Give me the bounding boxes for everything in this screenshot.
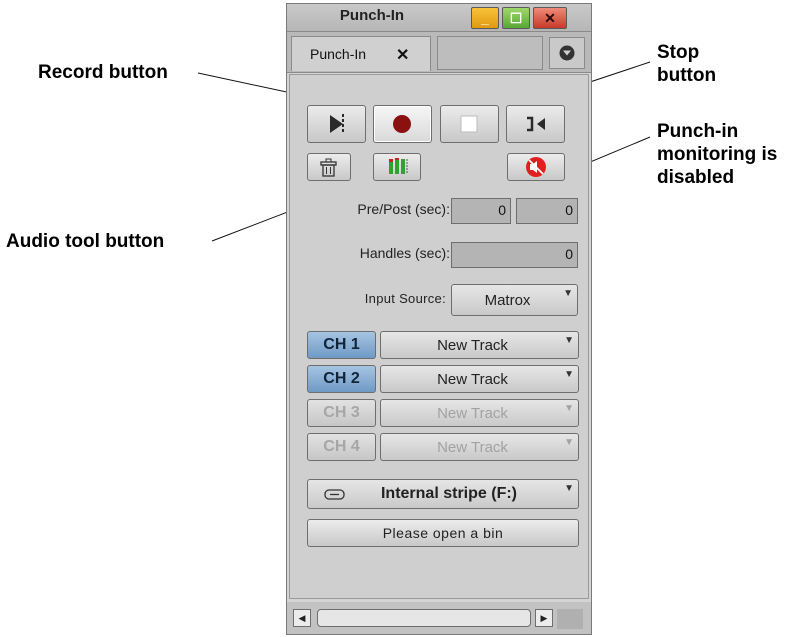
channel-4-toggle[interactable]: CH 4: [307, 433, 376, 461]
pre-roll-field[interactable]: 0: [451, 198, 511, 224]
handles-field[interactable]: 0: [451, 242, 578, 268]
input-source-label: Input Source:: [364, 291, 446, 306]
stop-button[interactable]: [440, 105, 499, 143]
trash-icon: [320, 158, 337, 177]
tab-menu-button[interactable]: [549, 37, 585, 69]
scroll-left-button[interactable]: ◀: [293, 609, 311, 627]
input-source-value: Matrox: [484, 292, 531, 309]
channel-3-track-dropdown[interactable]: New Track ▼: [380, 399, 579, 427]
channel-3-toggle[interactable]: CH 3: [307, 399, 376, 427]
post-roll-field[interactable]: 0: [516, 198, 578, 224]
tab-punch-in[interactable]: Punch-In ✕: [291, 36, 431, 71]
tab-label: Punch-In: [310, 46, 367, 62]
window-titlebar[interactable]: Punch-In _ ☐ ✕: [287, 4, 591, 32]
chevron-down-circle-icon: [559, 45, 575, 61]
punch-in-window: Punch-In _ ☐ ✕ Punch-In ✕ Pre/Post (sec)…: [286, 3, 592, 635]
channel-3-track-value: New Track: [437, 405, 508, 422]
delete-button[interactable]: [307, 153, 351, 181]
monitoring-callout: Punch-in monitoring is disabled: [657, 121, 778, 188]
close-icon: ✕: [544, 10, 556, 26]
play-to-mark-icon: [330, 114, 344, 134]
window-title: Punch-In: [339, 7, 405, 24]
maximize-icon: ☐: [509, 10, 523, 26]
open-bin-button[interactable]: Please open a bin: [307, 519, 579, 547]
scroll-track[interactable]: [317, 609, 531, 627]
stop-button-callout: Stop button: [657, 42, 717, 86]
open-bin-label: Please open a bin: [382, 525, 504, 541]
channel-2-toggle[interactable]: CH 2: [307, 365, 376, 393]
punch-in-panel: Pre/Post (sec): 0 0 Handles (sec): 0 Inp…: [289, 74, 589, 599]
chevron-down-icon: ▼: [564, 369, 574, 380]
channel-4-track-value: New Track: [437, 439, 508, 456]
chevron-down-icon: ▼: [564, 437, 574, 448]
handles-label: Handles (sec):: [359, 245, 450, 261]
jump-to-mark-button[interactable]: [506, 105, 565, 143]
tab-bar: Punch-In ✕: [287, 32, 591, 73]
stop-icon: [460, 115, 478, 133]
channel-2-track-value: New Track: [437, 371, 508, 388]
tab-bar-empty-area: [437, 36, 543, 70]
minimize-icon: _: [481, 10, 489, 26]
tab-close-icon[interactable]: ✕: [396, 45, 409, 65]
chevron-down-icon: ▼: [564, 483, 574, 494]
chevron-down-icon: ▼: [564, 403, 574, 414]
punch-in-monitoring-button[interactable]: [507, 153, 565, 181]
channel-1-track-value: New Track: [437, 337, 508, 354]
channel-1-toggle[interactable]: CH 1: [307, 331, 376, 359]
minimize-button[interactable]: _: [471, 7, 499, 29]
maximize-button[interactable]: ☐: [502, 7, 530, 29]
chevron-down-icon: ▼: [563, 288, 573, 299]
speaker-muted-icon: [526, 157, 546, 177]
record-icon: [393, 115, 411, 133]
audio-tool-callout: Audio tool button: [6, 231, 165, 252]
timecode-source-dropdown[interactable]: Internal stripe (F:) ▼: [307, 479, 579, 509]
prepost-label: Pre/Post (sec):: [357, 201, 450, 217]
audio-meter-icon: [389, 158, 408, 174]
channel-2-track-dropdown[interactable]: New Track ▼: [380, 365, 579, 393]
play-to-mark-button[interactable]: [307, 105, 366, 143]
resize-grip[interactable]: [557, 609, 583, 629]
jump-to-mark-icon: [527, 116, 545, 132]
input-source-dropdown[interactable]: Matrox ▼: [451, 284, 578, 316]
record-button-callout: Record button: [38, 62, 168, 83]
record-button[interactable]: [373, 105, 432, 143]
channel-1-track-dropdown[interactable]: New Track ▼: [380, 331, 579, 359]
scroll-right-button[interactable]: ▶: [535, 609, 553, 627]
close-window-button[interactable]: ✕: [533, 7, 567, 29]
horizontal-scrollbar[interactable]: ◀ ▶: [287, 602, 591, 634]
channel-4-track-dropdown[interactable]: New Track ▼: [380, 433, 579, 461]
timecode-source-value: Internal stripe (F:): [380, 485, 517, 502]
chevron-down-icon: ▼: [564, 335, 574, 346]
audio-tool-button[interactable]: [373, 153, 421, 181]
